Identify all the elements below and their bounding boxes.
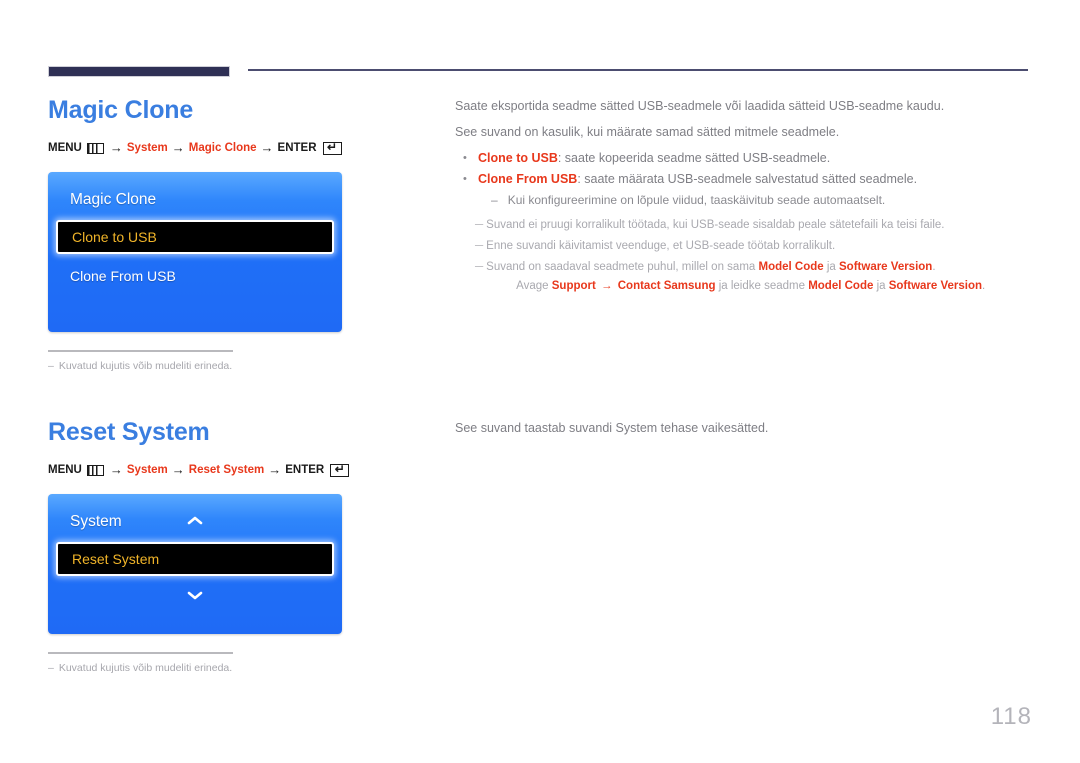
body-paragraph-1: Saate eksportida seadme sätted USB-seadm…: [455, 99, 945, 113]
bullet-dot: •: [463, 173, 467, 185]
menu-path-step-system: System: [126, 142, 168, 155]
caption-block-magic-clone: – Kuvatud kujutis võib mudeliti erineda.: [48, 349, 233, 372]
note-term-contact-samsung: Contact Samsung: [617, 280, 716, 292]
bullet-term: Clone to USB: [478, 151, 558, 165]
note-list: ─ Suvand ei pruugi korralikult töötada, …: [455, 216, 1035, 296]
subdash-text: Kui konfigureerimine on lõpule viidud, t…: [507, 193, 886, 207]
osd-title: Magic Clone: [70, 190, 157, 208]
note-seg: .: [982, 280, 986, 292]
bullet-item-clone-from-usb: • Clone From USB: saate määrata USB-sead…: [463, 169, 1035, 190]
osd-title-row: System: [48, 508, 342, 536]
osd-item-reset-system[interactable]: Reset System: [56, 541, 334, 576]
menu-path-enter-label: ENTER: [285, 464, 325, 477]
page-title-reset-system: Reset System: [48, 418, 210, 446]
note-seg: ja leidke seadme: [715, 280, 809, 292]
note-term-software-version: Software Version: [839, 261, 933, 273]
note-dash: ─: [475, 240, 483, 252]
caption-dash: –: [48, 359, 54, 372]
osd-panel-system: System Reset System: [48, 493, 342, 634]
bullet-body: Clone to USB: saate kopeerida seadme sät…: [478, 148, 830, 169]
note-seg: Avage: [516, 280, 552, 292]
menu-path-arrow-2: →: [171, 461, 185, 477]
caption-text-row: – Kuvatud kujutis võib mudeliti erineda.: [48, 662, 233, 674]
section-magic-clone-left: Magic Clone MENU → System → Magic Clone …: [48, 96, 438, 372]
note-text: Suvand ei pruugi korralikult töötada, ku…: [486, 219, 945, 231]
caption-label: Kuvatud kujutis võib mudeliti erineda.: [58, 661, 233, 674]
page-number: 118: [990, 703, 1032, 730]
body-paragraph-reset: See suvand taastab suvandi System tehase…: [455, 421, 769, 435]
note-item-2: ─ Enne suvandi käivitamist veenduge, et …: [475, 237, 1035, 256]
bullet-list: • Clone to USB: saate kopeerida seadme s…: [455, 148, 1035, 210]
note-seg: Suvand on saadaval seadmete puhul, mille…: [486, 261, 759, 273]
osd-title-row: Magic Clone: [48, 186, 342, 214]
bullet-text: : saate määrata USB-seadmele salvestatud…: [577, 172, 918, 186]
page-title-magic-clone: Magic Clone: [48, 96, 194, 124]
bullet-text: : saate kopeerida seadme sätted USB-sead…: [557, 151, 831, 165]
menu-path-arrow-1: →: [109, 461, 123, 477]
osd-spacer: [48, 292, 342, 310]
note-term-support: Support: [551, 280, 596, 292]
menu-path-magic-clone: MENU → System → Magic Clone → ENTER: [48, 139, 438, 156]
note-arrow-icon: →: [597, 280, 616, 292]
menu-bars-icon: [86, 464, 104, 476]
menu-path-arrow-1: →: [109, 139, 123, 155]
menu-path-menu-label: MENU: [48, 142, 82, 155]
note-continuation: Avage Support → Contact Samsung ja leidk…: [516, 280, 985, 292]
menu-path-reset-system: MENU → System → Reset System → ENTER: [48, 461, 438, 478]
caption-label: Kuvatud kujutis võib mudeliti erineda.: [58, 359, 233, 372]
enter-key-icon: [330, 463, 350, 477]
note-text: Enne suvandi käivitamist veenduge, et US…: [486, 240, 836, 252]
subdash-item-reboot: – Kui konfigureerimine on lõpule viidud,…: [491, 190, 1035, 210]
menu-bars-icon: [86, 142, 104, 154]
note-text: Suvand on saadaval seadmete puhul, mille…: [486, 258, 985, 296]
menu-path-step-system: System: [126, 464, 168, 477]
caption-divider: [48, 349, 233, 352]
section-reset-system-right: See suvand taastab suvandi System tehase…: [455, 418, 1035, 444]
caption-dash: –: [48, 661, 54, 674]
menu-path-step-magic-clone: Magic Clone: [188, 142, 257, 155]
note-term-software-version-2: Software Version: [888, 280, 983, 292]
osd-item-clone-to-usb[interactable]: Clone to USB: [56, 219, 334, 254]
note-dash: ─: [475, 261, 483, 273]
menu-path-arrow-2: →: [171, 139, 185, 155]
osd-bottom-chevron-row: [48, 582, 342, 612]
bullet-item-clone-to-usb: • Clone to USB: saate kopeerida seadme s…: [463, 148, 1035, 169]
enter-key-icon: [322, 141, 342, 155]
section-magic-clone-right: Saate eksportida seadme sätted USB-seadm…: [455, 96, 1035, 298]
chevron-up-icon[interactable]: [48, 515, 342, 528]
caption-text-row: – Kuvatud kujutis võib mudeliti erineda.: [48, 360, 233, 372]
menu-path-step-reset-system: Reset System: [188, 464, 265, 477]
note-item-3: ─ Suvand on saadaval seadmete puhul, mil…: [475, 258, 1035, 296]
bullet-body: Clone From USB: saate määrata USB-seadme…: [478, 169, 917, 190]
note-seg: ja: [823, 261, 840, 273]
note-dash: ─: [475, 219, 483, 231]
caption-block-reset-system: – Kuvatud kujutis võib mudeliti erineda.: [48, 651, 233, 674]
note-item-1: ─ Suvand ei pruugi korralikult töötada, …: [475, 216, 1035, 235]
bullet-term: Clone From USB: [478, 172, 578, 186]
note-term-model-code: Model Code: [758, 261, 824, 273]
menu-path-enter-label: ENTER: [277, 142, 317, 155]
osd-panel-magic-clone: Magic Clone Clone to USB Clone From USB: [48, 171, 342, 332]
bullet-dot: •: [463, 152, 467, 164]
note-term-model-code-2: Model Code: [808, 280, 874, 292]
header-rule-thick: [48, 66, 230, 77]
subdash-dash: –: [491, 193, 498, 207]
menu-path-arrow-3: →: [260, 139, 274, 155]
menu-path-arrow-3: →: [268, 461, 282, 477]
manual-page: Magic Clone MENU → System → Magic Clone …: [0, 0, 1080, 763]
body-paragraph-2: See suvand on kasulik, kui määrate samad…: [455, 125, 840, 139]
menu-path-menu-label: MENU: [48, 464, 82, 477]
chevron-down-icon[interactable]: [48, 590, 342, 603]
note-seg: ja: [873, 280, 889, 292]
osd-item-clone-from-usb[interactable]: Clone From USB: [48, 260, 342, 292]
note-seg: .: [932, 261, 936, 273]
header-rule-thin: [248, 69, 1028, 71]
caption-divider: [48, 651, 233, 654]
section-reset-system-left: Reset System MENU → System → Reset Syste…: [48, 418, 438, 674]
